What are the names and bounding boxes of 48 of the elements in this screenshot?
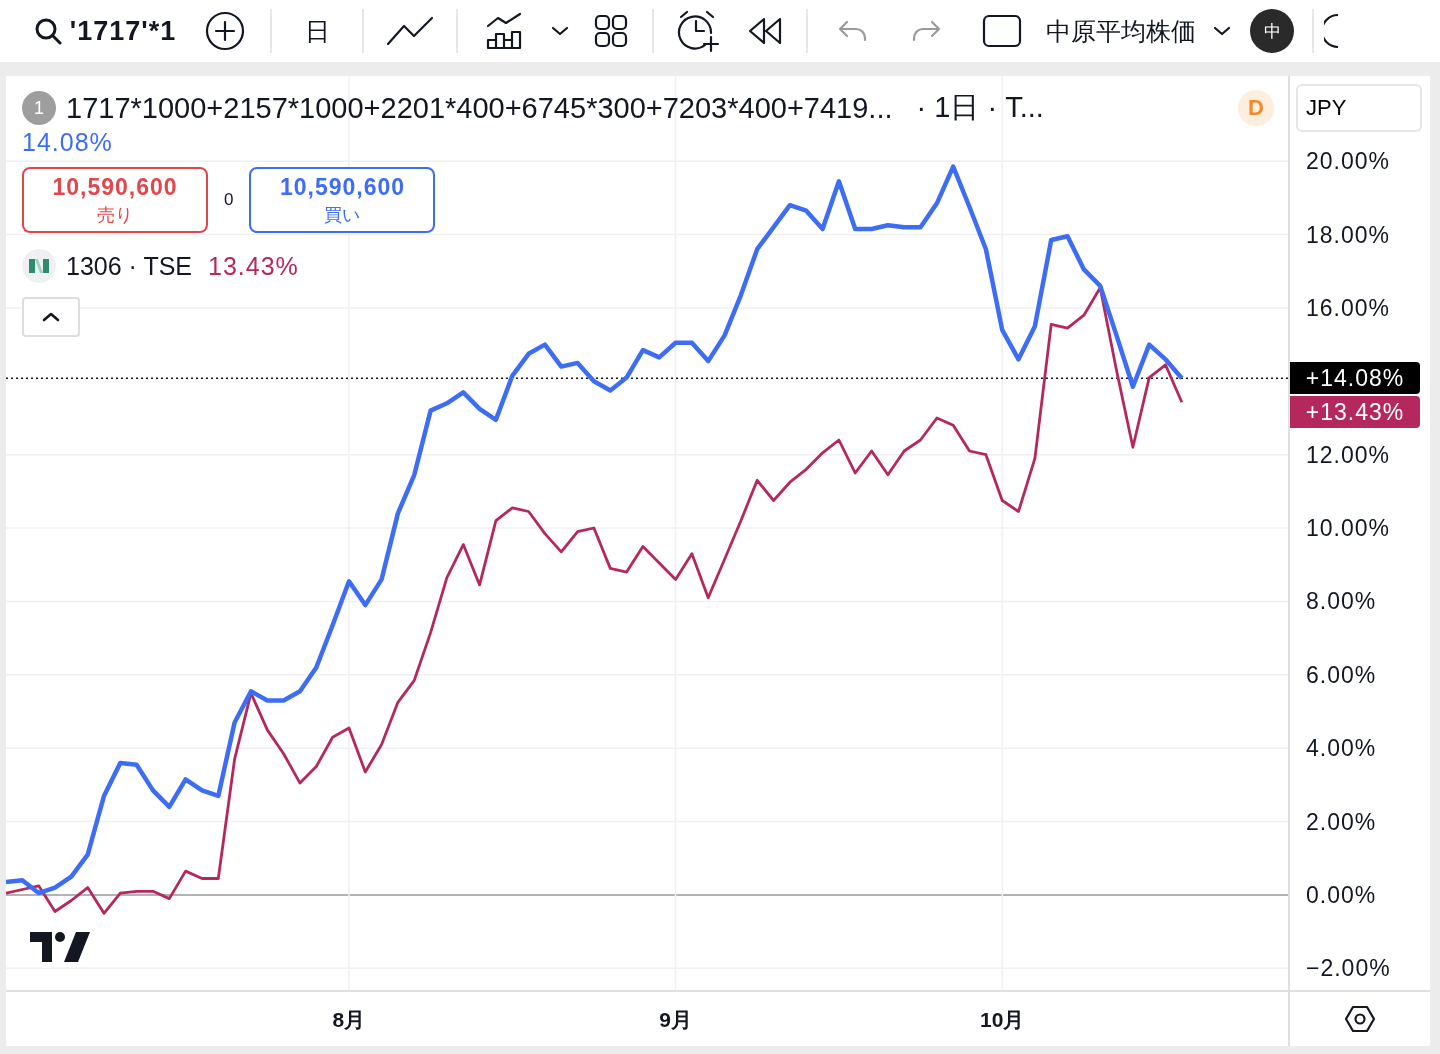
price-axis-label: 10.00%	[1306, 514, 1390, 542]
interval-button[interactable]: 日	[282, 8, 352, 54]
price-axis-label: 8.00%	[1306, 587, 1377, 615]
compare-change-percent: 13.43%	[208, 251, 299, 281]
chevron-down-icon	[1213, 26, 1231, 36]
price-axis-label: 2.00%	[1306, 808, 1377, 836]
user-avatar[interactable]: 中	[1250, 9, 1294, 53]
symbol-search[interactable]: '1717'*1	[20, 8, 190, 54]
spread-value: 0	[224, 190, 234, 210]
price-axis-label: 0.00%	[1306, 881, 1377, 909]
change-percent: 14.08%	[22, 128, 113, 157]
collapse-legend-button[interactable]	[22, 297, 80, 337]
time-axis-label: 9月	[659, 1007, 692, 1033]
price-axis-label: 20.00%	[1306, 147, 1390, 175]
price-tag: +13.43%	[1290, 396, 1420, 429]
interval-source-text: · 1日 · T...	[916, 90, 1045, 125]
series-number-badge: 1	[22, 91, 56, 125]
plus-circle-icon	[205, 11, 245, 51]
price-axis-label: −2.00%	[1306, 954, 1391, 982]
alarm-clock-plus-icon	[677, 9, 721, 53]
search-icon	[33, 17, 62, 45]
compare-symbol[interactable]: 1306 · TSE	[66, 251, 192, 281]
currency-button[interactable]: JPY	[1296, 84, 1422, 132]
rewind-icon	[748, 17, 782, 45]
redo-icon	[911, 20, 941, 42]
undo-icon	[838, 20, 868, 42]
chevron-up-icon	[42, 312, 60, 322]
chevron-down-icon	[551, 26, 569, 36]
time-axis-label: 8月	[332, 1007, 366, 1033]
symbol-logo-icon	[22, 249, 56, 283]
sell-button[interactable]: 10,590,600 売り	[22, 167, 208, 233]
data-delay-badge: D	[1238, 90, 1274, 126]
logo-icon	[30, 932, 90, 962]
layout-name-button[interactable]: 中原平均株価	[1040, 8, 1202, 54]
time-axis-label: 10月	[980, 1007, 1025, 1033]
price-axis-label: 18.00%	[1306, 221, 1390, 248]
price-axis-label: 6.00%	[1306, 661, 1377, 689]
indicators-icon	[486, 12, 522, 50]
series-title[interactable]: 1717*1000+2157*1000+2201*400+6745*300+7203*400+7419...	[66, 91, 893, 125]
price-axis-label: 4.00%	[1306, 734, 1377, 762]
settings-icon	[1344, 1005, 1376, 1033]
line-chart-icon	[386, 16, 434, 46]
buy-button[interactable]: 10,590,600 買い	[249, 167, 436, 233]
price-tag: +14.08%	[1290, 362, 1420, 395]
price-axis-label: 12.00%	[1306, 441, 1390, 469]
square-icon	[982, 14, 1022, 48]
grid-icon	[594, 14, 628, 48]
price-axis-label: 16.00%	[1306, 294, 1390, 322]
